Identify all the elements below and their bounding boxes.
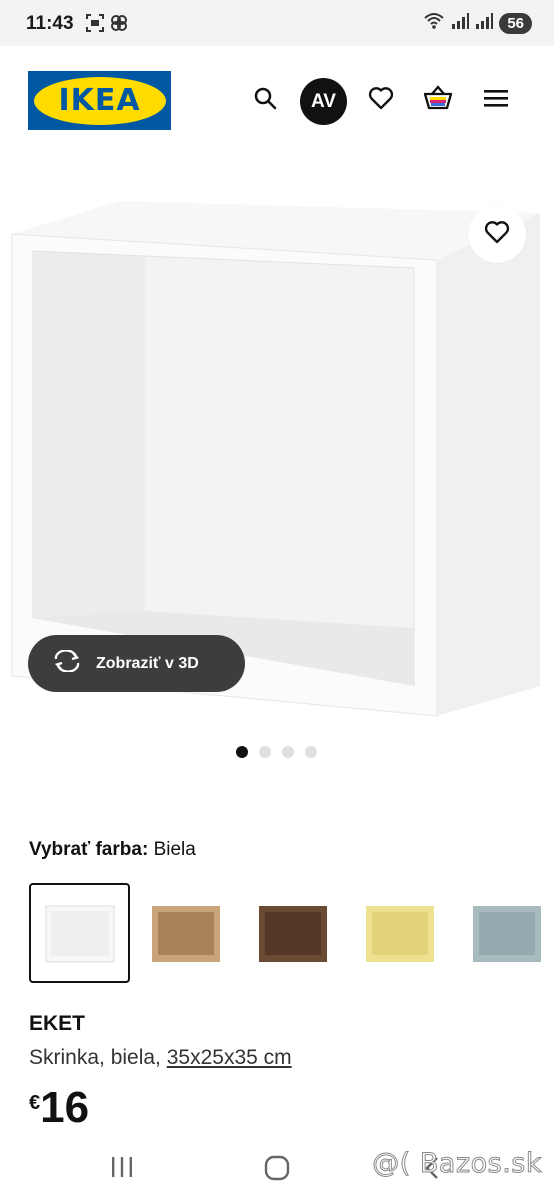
recent-apps-button[interactable] — [110, 1156, 134, 1183]
screenshot-icon — [86, 14, 104, 37]
search-icon — [253, 86, 277, 115]
product-price: € 16 — [29, 1086, 89, 1130]
wishlist-button[interactable] — [358, 77, 404, 123]
status-bar: 11:43 56 — [0, 0, 554, 46]
heart-icon — [484, 220, 510, 249]
battery-indicator: 56 — [499, 13, 532, 34]
product-wishlist-button[interactable] — [468, 205, 526, 263]
menu-button[interactable] — [473, 77, 519, 123]
color-swatch-list — [29, 883, 554, 983]
product-dimensions-link[interactable]: 35x25x35 cm — [167, 1046, 292, 1069]
carousel-dot[interactable] — [236, 746, 248, 758]
color-label-prefix: Vybrať farba: — [29, 839, 149, 860]
swatch-yellow[interactable] — [350, 883, 450, 983]
hamburger-menu-icon — [484, 88, 508, 113]
color-picker-label: Vybrať farba: Biela — [29, 839, 196, 861]
view-3d-button[interactable]: Zobraziť v 3D — [28, 635, 245, 692]
product-description: Skrinka, biela, 35x25x35 cm — [29, 1046, 292, 1070]
swatch-oak[interactable] — [136, 883, 236, 983]
home-button[interactable] — [264, 1155, 290, 1186]
product-name: EKET — [29, 1012, 86, 1035]
carousel-dot[interactable] — [259, 746, 271, 758]
swatch-white[interactable] — [29, 883, 130, 983]
swatch-blue-grey[interactable] — [457, 883, 554, 983]
status-time: 11:43 — [26, 13, 74, 34]
cart-button[interactable] — [415, 77, 461, 123]
rotate-3d-icon — [52, 649, 82, 677]
heart-icon — [368, 86, 394, 115]
swatch-walnut[interactable] — [243, 883, 343, 983]
view-3d-label: Zobraziť v 3D — [96, 654, 199, 672]
carousel-indicator — [236, 746, 317, 758]
account-avatar[interactable]: AV — [300, 78, 347, 125]
pinwheel-icon — [110, 14, 128, 37]
logo-text: IKEA — [58, 83, 141, 118]
ikea-logo[interactable]: IKEA — [28, 71, 171, 130]
carousel-dot[interactable] — [305, 746, 317, 758]
selected-color-name: Biela — [153, 839, 196, 860]
signal-icon — [451, 13, 470, 34]
wifi-icon — [423, 12, 445, 35]
price-value: 16 — [40, 1083, 90, 1132]
carousel-dot[interactable] — [282, 746, 294, 758]
price-currency: € — [29, 1092, 41, 1114]
site-header: IKEA AV — [0, 46, 554, 156]
logo-oval: IKEA — [33, 76, 166, 125]
basket-icon — [423, 84, 453, 116]
search-button[interactable] — [242, 77, 288, 123]
watermark: @( Bazos.sk — [372, 1148, 542, 1180]
signal-icon-2 — [475, 13, 494, 34]
product-description-text: Skrinka, biela, — [29, 1046, 167, 1069]
